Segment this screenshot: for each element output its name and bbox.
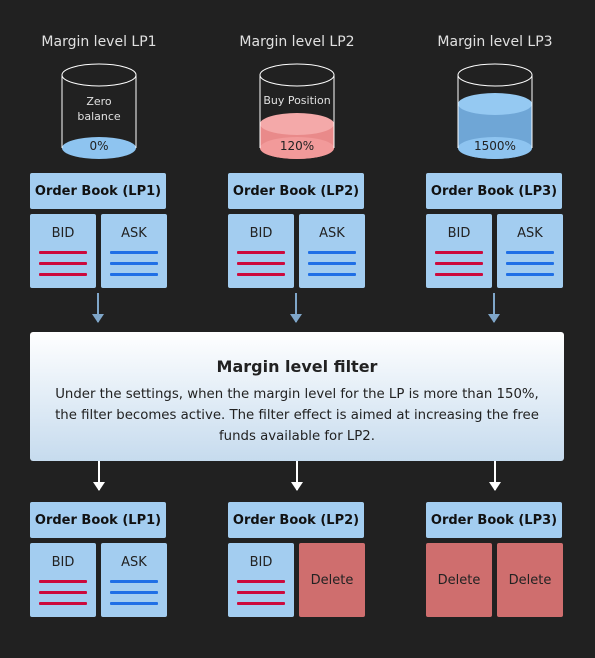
order-book-title: Order Book (LP1) <box>30 502 166 538</box>
arrow-down-icon <box>489 461 501 491</box>
column-title-lp1: Margin level LP1 <box>41 34 157 50</box>
arrow-down-icon <box>291 461 303 491</box>
delete-label: Delete <box>310 572 354 588</box>
cylinder-level: 120% <box>280 139 314 153</box>
delete-cell: Delete <box>497 543 563 617</box>
ask-label: ASK <box>517 226 543 241</box>
ask-cell: ASK <box>101 543 167 617</box>
cylinder-caption-line1: Zero <box>86 95 112 108</box>
cylinder-lp1: Zero balance 0% <box>61 63 137 159</box>
bid-label: BID <box>249 226 273 241</box>
delete-label: Delete <box>508 572 552 588</box>
bid-cell: BID <box>228 214 294 288</box>
bid-cell: BID <box>426 214 492 288</box>
bid-label: BID <box>447 226 471 241</box>
bid-cell: BID <box>30 214 96 288</box>
cylinder-lp2: Buy Position 120% <box>259 63 335 159</box>
order-book-title: Order Book (LP1) <box>30 173 166 209</box>
order-book-title: Order Book (LP3) <box>426 173 562 209</box>
cylinder-caption-line2: balance <box>77 110 121 123</box>
cylinder-caption: Buy Position <box>263 94 330 107</box>
ask-cell: ASK <box>299 214 365 288</box>
arrow-down-icon <box>290 293 302 323</box>
bid-label: BID <box>51 555 75 570</box>
ask-cell: ASK <box>497 214 563 288</box>
arrow-down-icon <box>93 461 105 491</box>
bid-label: BID <box>249 555 273 570</box>
ask-label: ASK <box>121 226 147 241</box>
cylinder-level: 0% <box>89 139 108 153</box>
column-title-lp3: Margin level LP3 <box>437 34 553 50</box>
ask-label: ASK <box>319 226 345 241</box>
bid-cell: BID <box>30 543 96 617</box>
arrow-down-icon <box>92 293 104 323</box>
delete-label: Delete <box>437 572 481 588</box>
delete-cell: Delete <box>299 543 365 617</box>
order-book-title: Order Book (LP2) <box>228 502 364 538</box>
filter-description: Under the settings, when the margin leve… <box>55 387 539 444</box>
bid-cell: BID <box>228 543 294 617</box>
ask-label: ASK <box>121 555 147 570</box>
delete-cell: Delete <box>426 543 492 617</box>
bid-label: BID <box>51 226 75 241</box>
order-book-title: Order Book (LP2) <box>228 173 364 209</box>
cylinder-lp3: 1500% <box>457 63 533 159</box>
margin-level-filter-box: Margin level filter Under the settings, … <box>30 332 564 461</box>
column-title-lp2: Margin level LP2 <box>239 34 355 50</box>
order-book-title: Order Book (LP3) <box>426 502 562 538</box>
cylinder-level: 1500% <box>474 139 516 153</box>
filter-title: Margin level filter <box>216 357 378 376</box>
arrow-down-icon <box>488 293 500 323</box>
ask-cell: ASK <box>101 214 167 288</box>
